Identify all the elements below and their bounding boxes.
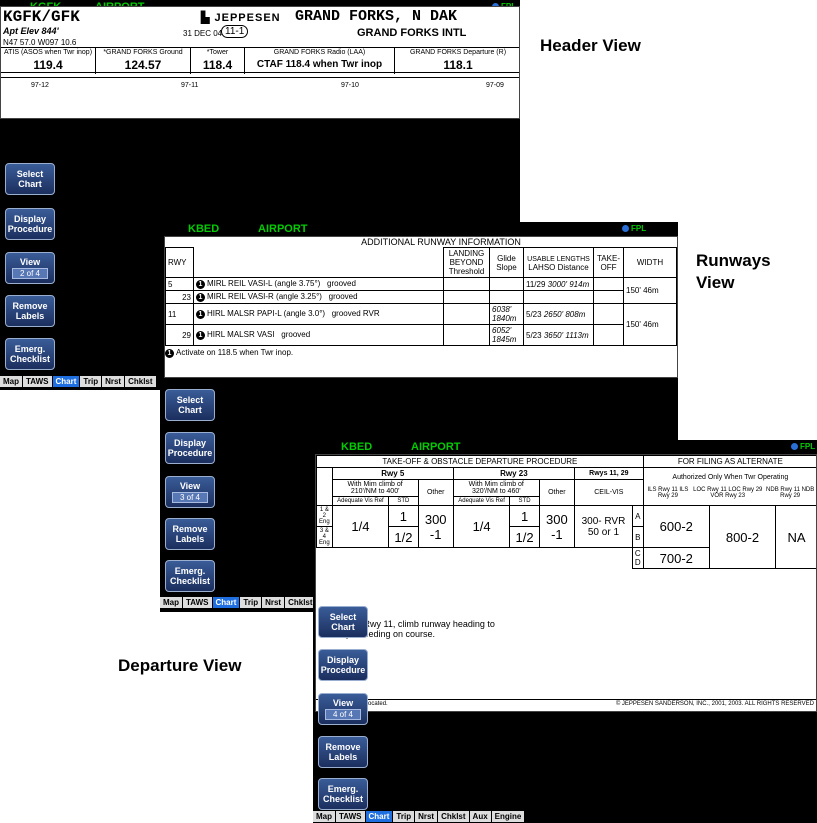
departure-chart: TAKE-OFF & OBSTACLE DEPARTURE PROCEDURE … <box>315 454 817 712</box>
airport-ident: KBED <box>341 441 373 453</box>
tab-chklst[interactable]: Chklst <box>125 376 157 387</box>
select-chart-button[interactable]: Select Chart <box>318 606 368 638</box>
view-button[interactable]: View 3 of 4 <box>165 476 215 508</box>
remove-labels-button[interactable]: Remove Labels <box>318 736 368 768</box>
display-procedure-button[interactable]: Display Procedure <box>5 208 55 240</box>
jeppesen-logo: ▙ JEPPESEN <box>201 12 281 24</box>
remove-labels-button[interactable]: Remove Labels <box>5 295 55 327</box>
bottom-tabs: Map TAWS Chart Trip Nrst Chklst Aux Engi… <box>313 811 526 822</box>
tab-engine[interactable]: Engine <box>491 811 526 822</box>
page-name: AIRPORT <box>411 441 461 453</box>
page-name: AIRPORT <box>258 223 308 235</box>
fpl-indicator: FPL <box>791 440 815 454</box>
chart-ident: KGFK/GFK <box>3 8 80 26</box>
fpl-icon <box>791 443 798 450</box>
col-takeoff: TAKE-OFF <box>593 247 624 278</box>
freq-cell: GRAND FORKS Departure (R) 118.1 <box>409 49 507 72</box>
latlon-ruler: 97-12 97-11 97-10 97-09 <box>1 77 519 89</box>
chart-header: KGFK/GFK Apt Elev 844' N47 57.0 W097 10.… <box>0 6 520 119</box>
view-button[interactable]: View 2 of 4 <box>5 252 55 284</box>
tab-chart[interactable]: Chart <box>365 811 394 822</box>
chart-date: 31 DEC 04 <box>183 29 223 38</box>
display-procedure-button[interactable]: Display Procedure <box>318 649 368 681</box>
table-row: 11 1 HIRL MALSR PAPI-L (angle 3.0°) groov… <box>165 303 677 346</box>
tab-nrst[interactable]: Nrst <box>415 811 439 822</box>
tab-trip[interactable]: Trip <box>80 376 103 387</box>
emerg-checklist-button[interactable]: Emerg. Checklist <box>318 778 368 810</box>
city-name: GRAND FORKS, N DAK <box>295 8 458 25</box>
apt-elev: Apt Elev 844' <box>3 26 59 36</box>
tab-chart[interactable]: Chart <box>212 597 241 608</box>
table-row: 29 1 HIRL MALSR VASI grooved 6052' 1845m … <box>165 324 677 346</box>
title-bar: KBED AIRPORT FPL <box>160 222 678 236</box>
runway-info-chart: ADDITIONAL RUNWAY INFORMATION RWY LANDIN… <box>164 236 678 378</box>
tab-map[interactable]: Map <box>313 811 336 822</box>
jeppesen-icon: ▙ <box>201 12 215 24</box>
view-button[interactable]: View 4 of 4 <box>318 693 368 725</box>
col-threshold: LANDING BEYOND Threshold <box>443 247 490 278</box>
departure-table: TAKE-OFF & OBSTACLE DEPARTURE PROCEDURE … <box>316 455 816 569</box>
table-row: 23 1 MIRL REIL VASI-R (angle 3.25°) groov… <box>165 290 677 304</box>
header-view-label: Header View <box>540 36 641 55</box>
chart-footer: IS, notes, tower relocated.© JEPPESEN SA… <box>316 699 816 708</box>
emerg-checklist-button[interactable]: Emerg. Checklist <box>5 338 55 370</box>
tab-nrst[interactable]: Nrst <box>102 376 126 387</box>
tab-aux[interactable]: Aux <box>469 811 492 822</box>
tab-trip[interactable]: Trip <box>393 811 416 822</box>
emerg-checklist-button[interactable]: Emerg. Checklist <box>165 560 215 592</box>
bottom-tabs: Map TAWS Chart Trip Nrst Chklst <box>0 376 157 387</box>
col-lahso: USABLE LENGTHS LAHSO Distance <box>523 247 594 278</box>
tab-trip[interactable]: Trip <box>240 597 263 608</box>
col-width: WIDTH <box>623 247 677 278</box>
tab-taws[interactable]: TAWS <box>336 811 366 822</box>
airport-ident: KBED <box>188 223 220 235</box>
bottom-tabs: Map TAWS Chart Trip Nrst Chklst <box>160 597 317 608</box>
tab-taws[interactable]: TAWS <box>183 597 213 608</box>
note-1-icon: 1 <box>196 331 205 340</box>
title-bar: KBED AIRPORT FPL <box>313 440 817 454</box>
select-chart-button[interactable]: Select Chart <box>5 163 55 195</box>
runway-info-heading: ADDITIONAL RUNWAY INFORMATION <box>361 237 521 247</box>
tab-chklst[interactable]: Chklst <box>285 597 317 608</box>
tab-map[interactable]: Map <box>160 597 183 608</box>
tab-chart[interactable]: Chart <box>52 376 81 387</box>
display-procedure-button[interactable]: Display Procedure <box>165 432 215 464</box>
runway-table: RWY LANDING BEYOND Threshold Glide Slope … <box>165 247 677 346</box>
col-rwy: RWY <box>165 247 194 278</box>
airport-name: GRAND FORKS INTL <box>357 27 467 39</box>
dp-text: DP: Rwy 11, climb runway heading to proce… <box>346 619 495 639</box>
fpl-icon <box>622 225 629 232</box>
note-1-icon: 1 <box>196 293 205 302</box>
note-1-icon: 1 <box>196 280 205 289</box>
table-row: 5 1 MIRL REIL VASI-L (angle 3.75°) groove… <box>165 277 677 304</box>
runway-note: 1 Activate on 118.5 when Twr inop. <box>165 348 677 358</box>
tab-taws[interactable]: TAWS <box>23 376 53 387</box>
coords: N47 57.0 W097 10.6 <box>3 38 77 47</box>
runways-view-label: Runways View <box>696 251 771 292</box>
remove-labels-button[interactable]: Remove Labels <box>165 518 215 550</box>
freq-cell: ATIS (ASOS when Twr inop) 119.4 <box>1 48 96 74</box>
departure-view-label: Departure View <box>118 656 242 675</box>
tab-nrst[interactable]: Nrst <box>262 597 286 608</box>
col-glide: Glide Slope <box>489 247 524 278</box>
freq-strip: ATIS (ASOS when Twr inop) 119.4 *GRAND FO… <box>1 47 519 74</box>
tab-map[interactable]: Map <box>0 376 23 387</box>
select-chart-button[interactable]: Select Chart <box>165 389 215 421</box>
departure-view-screen: KBED AIRPORT FPL TAKE-OFF & OBSTACLE DEP… <box>313 440 817 823</box>
fpl-indicator: FPL <box>622 222 646 236</box>
freq-cell: *Tower 118.4 <box>191 48 245 74</box>
freq-cell: GRAND FORKS Radio (LAA) CTAF 118.4 when T… <box>245 48 395 74</box>
note-1-icon: 1 <box>196 310 205 319</box>
tab-chklst[interactable]: Chklst <box>438 811 470 822</box>
freq-cell: *GRAND FORKS Ground 124.57 <box>96 48 191 74</box>
chart-page: 11-1 <box>221 25 249 38</box>
